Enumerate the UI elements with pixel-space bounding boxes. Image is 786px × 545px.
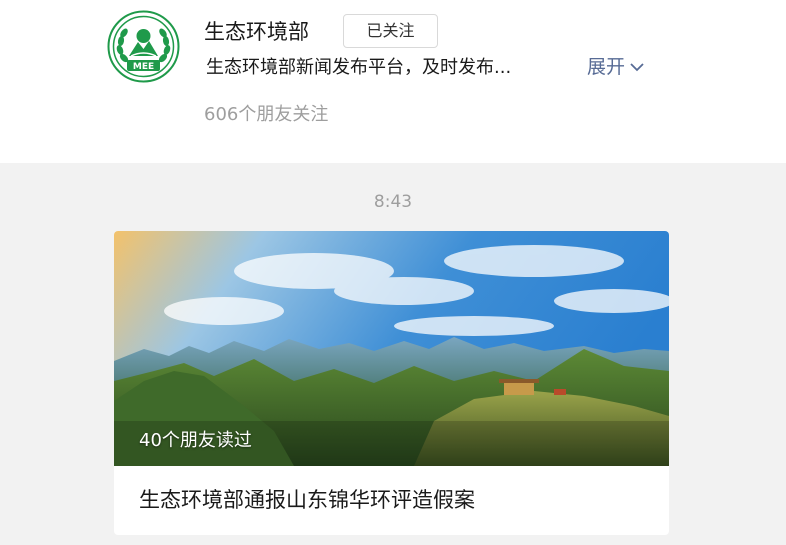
message-timestamp: 8:43 (373, 192, 413, 212)
friends-read-count: 40个朋友读过 (139, 430, 252, 451)
account-name: 生态环境部 (204, 20, 309, 44)
follow-status-button[interactable]: 已关注 (343, 14, 438, 48)
logo-text: MEE (133, 62, 154, 72)
friends-following-count: 606个朋友关注 (204, 104, 329, 125)
expand-label: 展开 (587, 56, 626, 78)
account-description: 生态环境部新闻发布平台，及时发布... (206, 57, 512, 78)
account-profile-header: MEE 生态环境部 已关注 生态环境部新闻发布平台，及时发布... 展开 606… (0, 0, 786, 163)
expand-description-button[interactable]: 展开 (587, 54, 645, 80)
chevron-down-icon (630, 63, 644, 72)
mee-logo-icon: MEE (107, 10, 180, 83)
article-title[interactable]: 生态环境部通报山东锦华环评造假案 (139, 485, 475, 515)
account-logo[interactable]: MEE (107, 10, 180, 83)
article-card[interactable]: 40个朋友读过 生态环境部通报山东锦华环评造假案 (114, 231, 669, 535)
